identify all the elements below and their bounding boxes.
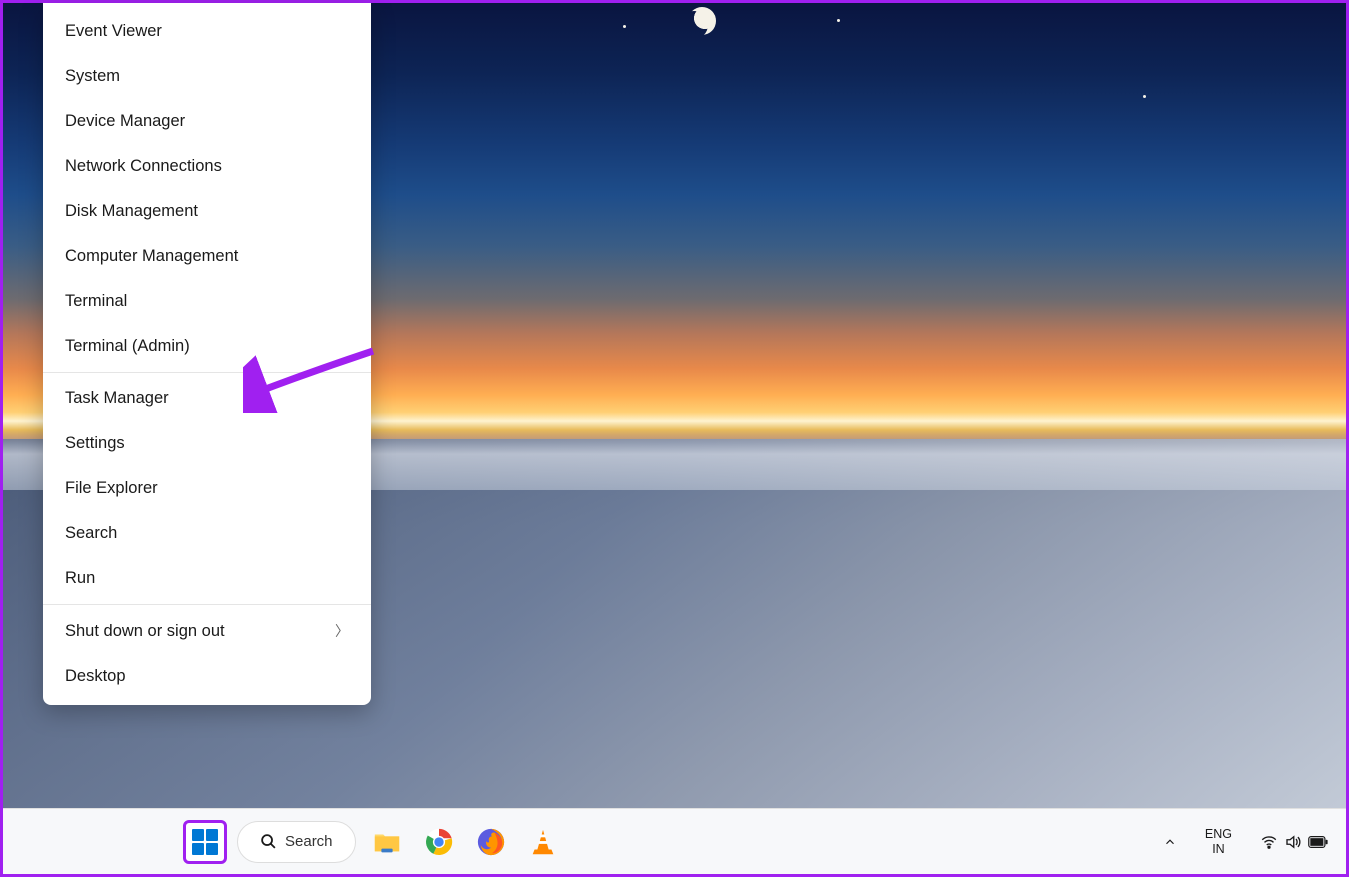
menu-item-label: Settings xyxy=(65,434,125,453)
taskbar-search-button[interactable]: Search xyxy=(237,821,356,863)
moon-decoration xyxy=(688,7,716,35)
taskbar-right: ENG IN xyxy=(1155,822,1336,862)
system-tray[interactable] xyxy=(1252,822,1336,862)
taskbar-app-firefox[interactable] xyxy=(470,821,512,863)
menu-item-label: Terminal xyxy=(65,292,127,311)
menu-item-label: File Explorer xyxy=(65,479,158,498)
windows-logo-icon xyxy=(192,829,218,855)
menu-separator xyxy=(43,372,371,373)
taskbar-app-file-explorer[interactable] xyxy=(366,821,408,863)
menu-item-network-connections[interactable]: Network Connections xyxy=(43,144,371,189)
chevron-right-icon: 〉 xyxy=(335,621,349,641)
menu-item-terminal-admin[interactable]: Terminal (Admin) xyxy=(43,324,371,369)
menu-item-device-manager[interactable]: Device Manager xyxy=(43,99,371,144)
search-icon xyxy=(260,833,277,850)
menu-item-desktop[interactable]: Desktop xyxy=(43,654,371,699)
firefox-icon xyxy=(476,827,506,857)
menu-item-search[interactable]: Search xyxy=(43,511,371,556)
menu-item-label: Task Manager xyxy=(65,389,169,408)
menu-item-event-viewer[interactable]: Event Viewer xyxy=(43,9,371,54)
folder-icon xyxy=(372,827,402,857)
menu-item-label: Event Viewer xyxy=(65,22,162,41)
menu-item-computer-management[interactable]: Computer Management xyxy=(43,234,371,279)
menu-item-label: Shut down or sign out xyxy=(65,622,225,641)
menu-item-label: Desktop xyxy=(65,667,126,686)
menu-item-terminal[interactable]: Terminal xyxy=(43,279,371,324)
menu-item-label: Run xyxy=(65,569,95,588)
star-decoration xyxy=(1143,95,1146,98)
menu-item-label: Disk Management xyxy=(65,202,198,221)
menu-item-settings[interactable]: Settings xyxy=(43,421,371,466)
menu-item-run[interactable]: Run xyxy=(43,556,371,601)
taskbar-center: Search xyxy=(183,820,564,864)
chrome-icon xyxy=(424,827,454,857)
star-decoration xyxy=(623,25,626,28)
taskbar-app-chrome[interactable] xyxy=(418,821,460,863)
chevron-up-icon xyxy=(1163,835,1177,849)
vlc-cone-icon xyxy=(528,827,558,857)
menu-item-label: Terminal (Admin) xyxy=(65,337,190,356)
menu-separator xyxy=(43,604,371,605)
battery-icon xyxy=(1308,835,1328,849)
menu-item-label: System xyxy=(65,67,120,86)
language-top: ENG xyxy=(1205,827,1232,841)
winx-context-menu: Event Viewer System Device Manager Netwo… xyxy=(43,3,371,705)
menu-item-label: Network Connections xyxy=(65,157,222,176)
menu-item-disk-management[interactable]: Disk Management xyxy=(43,189,371,234)
tray-overflow-button[interactable] xyxy=(1155,822,1185,862)
start-button[interactable] xyxy=(183,820,227,864)
menu-item-label: Search xyxy=(65,524,117,543)
taskbar-app-vlc[interactable] xyxy=(522,821,564,863)
menu-item-label: Device Manager xyxy=(65,112,185,131)
taskbar: Search ENG IN xyxy=(3,808,1346,874)
menu-item-label: Computer Management xyxy=(65,247,238,266)
menu-item-task-manager[interactable]: Task Manager xyxy=(43,376,371,421)
wifi-icon xyxy=(1260,833,1278,851)
menu-item-file-explorer[interactable]: File Explorer xyxy=(43,466,371,511)
language-indicator[interactable]: ENG IN xyxy=(1197,822,1240,862)
volume-icon xyxy=(1284,833,1302,851)
search-label: Search xyxy=(285,833,333,850)
menu-item-system[interactable]: System xyxy=(43,54,371,99)
star-decoration xyxy=(837,19,840,22)
language-bottom: IN xyxy=(1212,842,1225,856)
menu-item-shutdown[interactable]: Shut down or sign out 〉 xyxy=(43,608,371,654)
